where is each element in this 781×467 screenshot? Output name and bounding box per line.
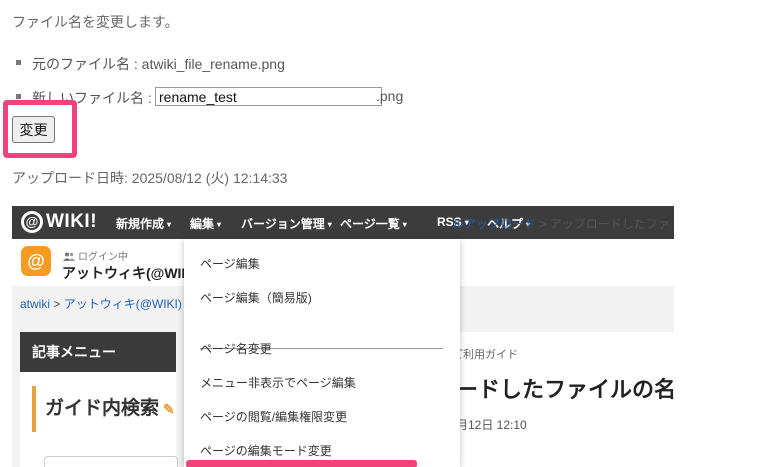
menu-item-edit-no-menu[interactable]: メニュー非表示でページ編集	[200, 374, 356, 391]
edit-dropdown-menu: ページ編集 ページ編集（簡易版) ページ名変更 メニュー非表示でページ編集 ペー…	[184, 239, 460, 467]
intro-text: ファイル名を変更します。	[12, 14, 179, 30]
original-filename-label: 元のファイル名 : atwiki_file_rename.png	[32, 56, 285, 72]
users-icon	[63, 252, 75, 261]
new-filename-input[interactable]	[155, 87, 382, 106]
bullet	[16, 94, 21, 99]
nav-edit[interactable]: 編集 ▾	[190, 215, 221, 232]
caret-down-icon: ▾	[402, 220, 407, 229]
breadcrumb-tail: ルアップロード > アップロードしたファ	[452, 217, 670, 231]
upload-date: アップロード日時: 2025/08/12 (火) 12:14:33	[12, 170, 288, 186]
caret-down-icon: ▾	[167, 220, 172, 229]
atwiki-logo[interactable]: @ WIKI!	[21, 210, 97, 234]
menu-item-permissions[interactable]: ページの閲覧/編集権限変更	[200, 408, 347, 425]
content-title: ードしたファイルの名	[456, 377, 674, 402]
menu-item-page-edit[interactable]: ページ編集	[200, 255, 260, 272]
at-logo-icon: @	[21, 211, 43, 233]
caret-down-icon: ▾	[217, 220, 222, 229]
nav-new[interactable]: 新規作成 ▾	[116, 215, 171, 232]
breadcrumb-upload-link[interactable]: ルアップロード	[452, 217, 536, 231]
bullet	[16, 60, 21, 65]
embedded-screenshot: @ WIKI! 新規作成 ▾ 編集 ▾ バージョン管理 ▾ ページ一覧 ▾ RSS ▾ ヘ…	[12, 206, 674, 467]
site-name[interactable]: アットウィキ(@WIKI	[62, 263, 195, 283]
rename-submit-button[interactable]: 変更	[12, 116, 55, 143]
content-date: 月12日 12:10	[456, 418, 527, 432]
nav-version[interactable]: バージョン管理 ▾	[241, 215, 332, 232]
guide-label: ご利用ガイド	[452, 349, 518, 361]
site-logo-icon[interactable]: @	[21, 246, 51, 276]
guide-search-input[interactable]	[44, 456, 178, 467]
guide-search-heading: ガイド内検索 ✎	[32, 386, 175, 432]
highlight-bar	[186, 460, 417, 467]
menu-item-simple-edit[interactable]: ページ編集（簡易版)	[200, 289, 312, 306]
caret-down-icon: ▾	[327, 220, 332, 229]
breadcrumb-site-link[interactable]: アットウィキ(@WIKI)	[64, 297, 182, 311]
logo-text: WIKI!	[46, 211, 98, 232]
extension-label: .png	[376, 88, 404, 104]
nav-page-list[interactable]: ページ一覧 ▾	[340, 215, 407, 232]
menu-item-edit-mode[interactable]: ページの編集モード変更	[200, 442, 332, 459]
pencil-icon[interactable]: ✎	[163, 401, 175, 417]
side-menu-title: 記事メニュー	[20, 332, 176, 372]
breadcrumb-root-link[interactable]: atwiki	[20, 297, 50, 311]
login-status: ログイン中	[63, 248, 128, 263]
menu-item-rename-page[interactable]: ページ名変更	[200, 340, 272, 357]
